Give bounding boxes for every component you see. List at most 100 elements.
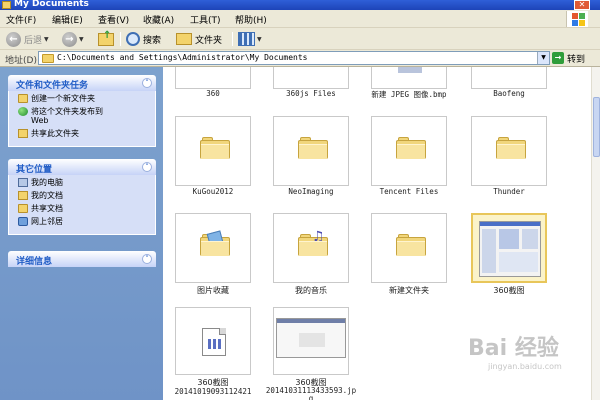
panel-header[interactable]: 其它位置 ˄ xyxy=(8,159,156,175)
panel-header[interactable]: 文件和文件夹任务 ˄ xyxy=(8,75,156,91)
place-network[interactable]: 网上邻居 xyxy=(9,217,155,226)
thumbnail xyxy=(175,213,251,283)
thumbnail xyxy=(371,116,447,186)
chevron-down-icon: ▼ xyxy=(79,35,84,43)
thumbnail: ♫ xyxy=(273,213,349,283)
place-label: 我的电脑 xyxy=(31,178,63,187)
screenshot-preview xyxy=(479,221,541,277)
collapse-icon[interactable]: ˄ xyxy=(142,162,152,172)
folders-button[interactable]: 文件夹 xyxy=(176,30,222,48)
file-item[interactable]: 360js Files xyxy=(261,67,361,103)
go-button[interactable]: → 转到 xyxy=(552,51,585,65)
folders-label: 文件夹 xyxy=(195,35,223,46)
place-my-documents[interactable]: 我的文档 xyxy=(9,191,155,200)
panel-title: 文件和文件夹任务 xyxy=(16,81,89,91)
image-file-icon xyxy=(202,328,226,356)
back-label: 后退 xyxy=(24,35,43,46)
back-arrow-icon: ← xyxy=(6,31,21,47)
thumbnail xyxy=(371,67,447,89)
explorer-window: My Documents ✕ 文件(F) 编辑(E) 查看(V) 收藏(A) 工… xyxy=(0,0,600,400)
folder-icon xyxy=(396,234,426,256)
search-button[interactable]: 搜索 xyxy=(126,30,161,48)
folder-name: KuGou2012 xyxy=(192,187,234,196)
collapse-icon[interactable]: ˄ xyxy=(142,78,152,88)
views-button[interactable]: ▼ xyxy=(238,30,262,48)
address-input[interactable]: C:\Documents and Settings\Administrator\… xyxy=(38,51,550,65)
task-label-web: Web xyxy=(31,116,49,125)
back-button[interactable]: ← 后退 ▼ xyxy=(6,30,49,48)
computer-icon xyxy=(18,178,28,187)
place-shared-documents[interactable]: 共享文档 xyxy=(9,204,155,213)
up-folder-icon: ↑ xyxy=(98,30,114,46)
place-my-computer[interactable]: 我的电脑 xyxy=(9,178,155,187)
expand-icon[interactable]: ˅ xyxy=(142,254,152,264)
folder-name: 图片收藏 xyxy=(197,286,229,295)
folder-icon xyxy=(298,137,328,159)
details-panel: 详细信息 ˅ xyxy=(8,251,156,267)
place-label: 网上邻居 xyxy=(31,217,63,226)
toolbar-separator xyxy=(232,32,233,46)
menu-file[interactable]: 文件(F) xyxy=(6,13,36,26)
new-folder-icon xyxy=(18,94,28,103)
panel-body: 创建一个新文件夹 将这个文件夹发布到 Web 共享此文件夹 xyxy=(8,91,156,147)
menu-help[interactable]: 帮助(H) xyxy=(235,13,267,26)
thumbnail xyxy=(371,213,447,283)
pictures-folder-icon xyxy=(200,230,230,256)
file-name: 新建 JPEG 图像.bmp xyxy=(371,90,447,99)
folder-name: 360截图 xyxy=(493,286,525,295)
folder-item[interactable]: Thunder xyxy=(459,116,559,198)
place-label: 我的文档 xyxy=(31,191,63,200)
file-item[interactable]: 360截图 20141031113433593.jp g xyxy=(261,307,361,400)
watermark-url: jingyan.baidu.com xyxy=(488,362,562,371)
task-publish-web[interactable]: 将这个文件夹发布到 Web xyxy=(9,107,155,125)
menu-bar: 文件(F) 编辑(E) 查看(V) 收藏(A) 工具(T) 帮助(H) xyxy=(0,10,600,28)
music-folder-icon: ♫ xyxy=(298,230,328,256)
folder-name: NeoImaging xyxy=(288,187,334,196)
forward-button[interactable]: → ▼ xyxy=(62,30,84,48)
close-button[interactable]: ✕ xyxy=(574,0,590,10)
share-folder-icon xyxy=(18,129,28,138)
file-name: 360js Files xyxy=(286,89,336,98)
task-share-folder[interactable]: 共享此文件夹 xyxy=(9,129,155,138)
folder-item[interactable]: NeoImaging xyxy=(261,116,361,198)
up-folder-button[interactable]: ↑ xyxy=(98,30,114,48)
task-label: 共享此文件夹 xyxy=(31,129,79,138)
folder-item-selected[interactable]: 360截图 xyxy=(459,213,559,295)
thumbnail xyxy=(175,67,251,89)
folder-item[interactable]: Tencent Files xyxy=(359,116,459,198)
task-label: 创建一个新文件夹 xyxy=(31,94,95,103)
file-name: Baofeng xyxy=(493,89,525,98)
menu-edit[interactable]: 编辑(E) xyxy=(52,13,83,26)
file-name-line3: g xyxy=(308,394,314,400)
folder-item[interactable]: KuGou2012 xyxy=(163,116,263,198)
file-item[interactable]: 新建 JPEG 图像.bmp xyxy=(359,67,459,103)
task-new-folder[interactable]: 创建一个新文件夹 xyxy=(9,94,155,103)
file-item[interactable]: Baofeng xyxy=(459,67,559,103)
menu-favorites[interactable]: 收藏(A) xyxy=(143,13,174,26)
vertical-scrollbar[interactable] xyxy=(591,67,600,400)
folder-item[interactable]: 新建文件夹 xyxy=(359,213,459,295)
search-icon xyxy=(126,32,140,46)
thumbnail xyxy=(471,67,547,89)
folder-name: 新建文件夹 xyxy=(389,286,429,295)
folder-icon xyxy=(42,54,54,63)
task-pane: 文件和文件夹任务 ˄ 创建一个新文件夹 将这个文件夹发布到 Web 共享此文件夹 xyxy=(0,67,163,400)
thumbnail xyxy=(273,307,349,375)
scrollbar-thumb[interactable] xyxy=(593,97,600,157)
folders-icon xyxy=(176,33,192,45)
thumbnail xyxy=(471,213,547,283)
chevron-down-icon[interactable]: ▼ xyxy=(537,52,549,64)
watermark-logo: Bai 经验 xyxy=(468,336,559,361)
file-item[interactable]: 360 xyxy=(163,67,263,103)
shared-documents-icon xyxy=(18,204,28,213)
folder-item[interactable]: ♫ 我的音乐 xyxy=(261,213,361,295)
folder-item[interactable]: 图片收藏 xyxy=(163,213,263,295)
panel-header[interactable]: 详细信息 ˅ xyxy=(8,251,156,267)
place-label: 共享文档 xyxy=(31,204,63,213)
menu-tools[interactable]: 工具(T) xyxy=(190,13,221,26)
file-item[interactable]: 360截图 20141019093112421 xyxy=(163,307,263,397)
menu-view[interactable]: 查看(V) xyxy=(98,13,129,26)
windows-logo-icon xyxy=(566,11,588,27)
thumbnail xyxy=(471,116,547,186)
go-label: 转到 xyxy=(567,54,586,65)
